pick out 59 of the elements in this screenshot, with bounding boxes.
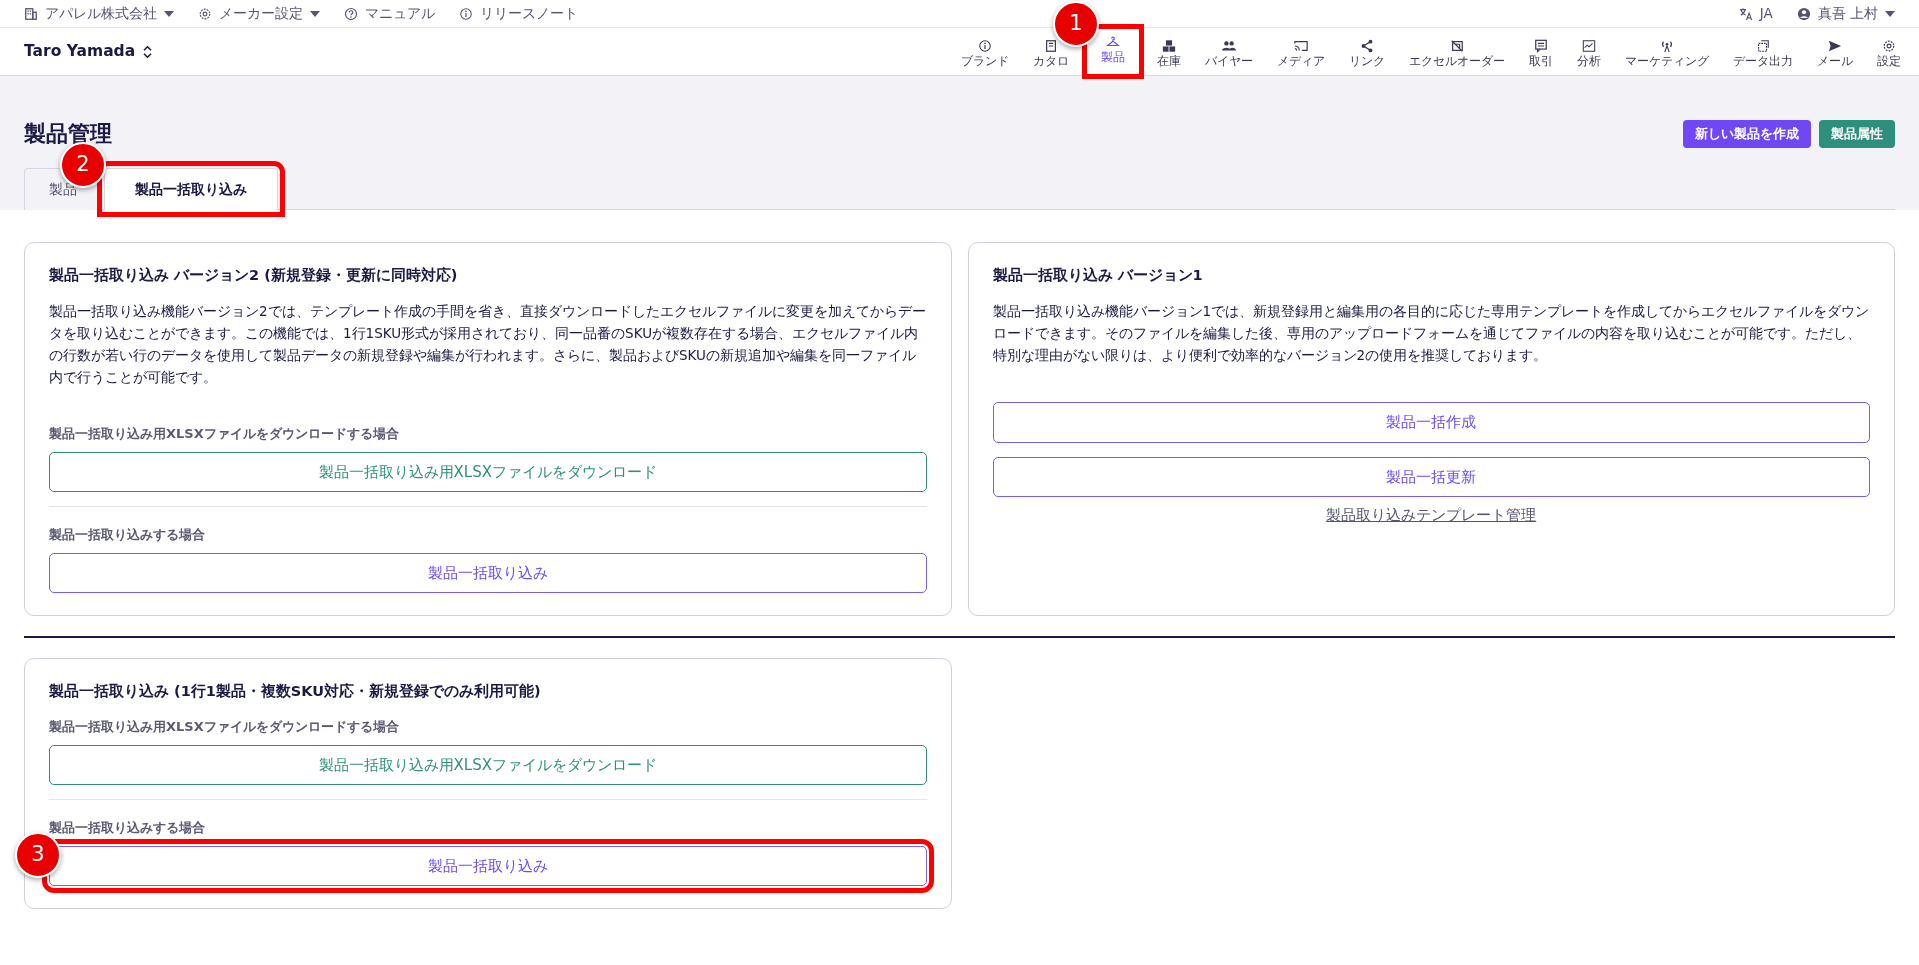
download-button[interactable]: 製品一括取り込み用XLSXファイルをダウンロード [49,451,927,493]
template-link[interactable]: 製品取り込みテンプレート管理 [1326,507,1537,524]
building-icon [24,6,38,21]
menu-link[interactable]: JA [1738,3,1773,24]
boxes-icon [1162,38,1176,53]
section-label: 製品一括取り込み用XLSXファイルをダウンロードする場合 [49,718,400,736]
nav-item[interactable]: ブランド [957,34,1013,73]
card-description: 製品一括取り込み機能バージョン2では、テンプレート作成の手間を省き、直接ダウンロードしたエクセルファイルに変更を加えてからデータを取り込むことができます。この機能では、1行1SKU形式が採用されており、同一品番のSKUが複数存在する場合、エクセルファイル内の行数が若い行のデータを使用して製品データの新規登録や編集が行われます。さらに、製品およびSKUの新規追加や編集を同一ファイル内で行うことが可能です。 [49,302,927,388]
nav-item[interactable]: マーケティング [1621,34,1713,73]
share-icon [1360,38,1374,53]
chat-icon [1534,38,1548,53]
menu-link[interactable]: リリースノート [459,3,578,24]
attributes-button[interactable]: 製品属性 [1819,120,1895,148]
nav-item[interactable]: メディア [1273,34,1329,73]
hanger-icon [1106,34,1120,49]
book-icon [1044,38,1058,53]
help-icon [344,6,358,21]
nav-item[interactable]: エクセルオーダー [1405,34,1509,73]
nav-item[interactable]: データ出力 [1729,34,1797,73]
caret-icon [310,10,320,17]
cast-icon [1294,38,1308,53]
nav-item[interactable]: リンク [1345,34,1389,73]
send-icon [1828,38,1842,53]
account-switcher[interactable]: Taro Yamada [24,39,136,64]
info-icon [459,6,473,21]
chart-icon [1582,38,1596,53]
menu-link[interactable]: マニュアル [344,3,435,24]
menu-link[interactable]: 真吾 上村 [1796,3,1895,24]
nav-item[interactable]: バイヤー [1201,34,1257,73]
nav-item[interactable]: 分析 [1573,34,1605,73]
nav-item[interactable]: 設定 [1873,34,1905,73]
download-button[interactable]: 製品一括取り込み用XLSXファイルをダウンロード [49,744,927,785]
import-button[interactable]: 製品一括作成 [992,402,1870,443]
section-label: 製品一括取り込み用XLSXファイルをダウンロードする場合 [49,425,400,444]
callout-tooltip: 1 [1053,0,1099,47]
menu-link[interactable]: アパレル株式会社 [24,3,174,24]
chevron-icon [143,44,153,59]
info-icon [978,38,992,53]
nav-item[interactable]: 取引 [1525,34,1557,73]
settings-icon [1882,38,1896,53]
import-button[interactable]: 製品一括取り込み [49,552,927,594]
settings-icon [198,6,212,21]
card-title: 製品一括取り込み バージョン2 (新規登録・更新に同時対応) [49,265,459,285]
user-icon [1796,6,1811,21]
translate-icon [1738,6,1753,21]
nav-item[interactable]: 在庫 [1153,34,1185,73]
card-description: 製品一括取り込み機能バージョン1では、新規登録用と編集用の各目的に応じた専用テンプレートを作成してからエクセルファイルをダウンロードできます。そのファイルを編集した後、専用のアップロードフォームを通じてファイルの内容を取り込むことが可能です。ただし、特別な理由がない限りは、より便利で効率的なバージョン2の使用を推奨しております。 [992,302,1870,366]
import-button[interactable]: 製品一括更新 [992,456,1870,498]
card-title: 製品一括取り込み バージョン1 [992,265,1204,285]
menu-link[interactable]: メーカー設定 [198,3,320,24]
caret-icon [164,10,174,17]
nav-item[interactable]: メール [1813,34,1857,73]
create-button[interactable]: 新しい製品を作成 [1683,120,1811,148]
sheet-icon [1450,38,1464,53]
copy-icon [1756,38,1770,53]
section-label: 製品一括取り込みする場合 [49,526,206,545]
people-icon [1222,38,1236,53]
caret-icon [1885,10,1895,17]
card-title: 製品一括取り込み (1行1製品・複数SKU対応・新規登録でのみ利用可能) [49,682,542,702]
